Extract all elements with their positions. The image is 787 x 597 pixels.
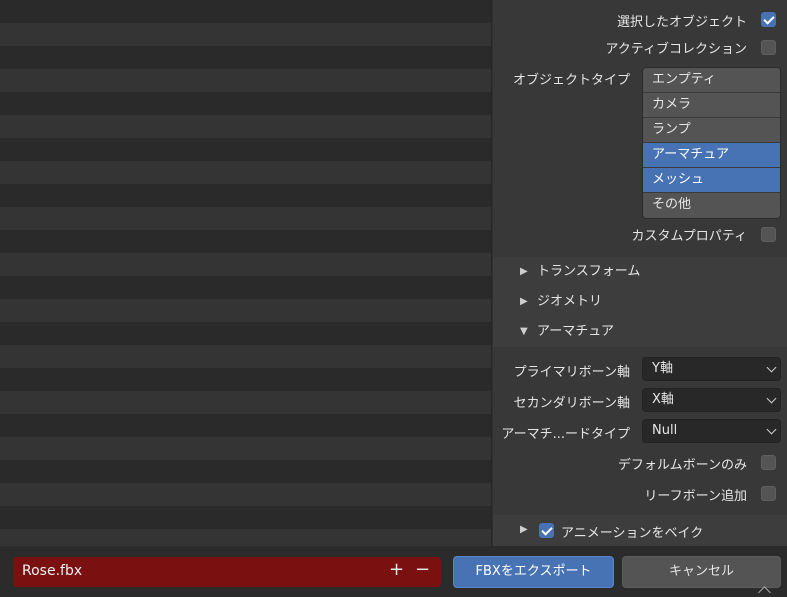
section-geometry-title: ジオメトリ bbox=[537, 294, 603, 309]
file-list-row[interactable] bbox=[0, 23, 491, 46]
deform-bones-only-label: デフォルムボーンのみ bbox=[617, 458, 747, 473]
file-list-row[interactable] bbox=[0, 184, 491, 207]
add-leaf-bones-label: リーフボーン追加 bbox=[644, 489, 747, 504]
file-list-row[interactable] bbox=[0, 161, 491, 184]
expand-icon: ▶ bbox=[520, 296, 528, 307]
armature-node-type-value: Null bbox=[652, 423, 678, 438]
file-list-row[interactable] bbox=[0, 345, 491, 368]
file-list-row[interactable] bbox=[0, 138, 491, 161]
object-type-other[interactable]: その他 bbox=[643, 193, 780, 218]
add-leaf-bones-checkbox[interactable] bbox=[761, 486, 776, 501]
file-list-row[interactable] bbox=[0, 506, 491, 529]
file-list-row[interactable] bbox=[0, 322, 491, 345]
file-list-row[interactable] bbox=[0, 230, 491, 253]
filename-text: Rose.fbx bbox=[22, 563, 83, 579]
secondary-bone-axis-value: X軸 bbox=[652, 392, 674, 407]
bottom-bar: Rose.fbx + − FBXをエクスポート キャンセル bbox=[0, 546, 787, 597]
object-types-label: オブジェクトタイプ bbox=[513, 73, 631, 88]
chevron-down-icon bbox=[766, 393, 777, 404]
file-list-row[interactable] bbox=[0, 299, 491, 322]
file-list-row[interactable] bbox=[0, 483, 491, 506]
deform-bones-only-checkbox[interactable] bbox=[761, 455, 776, 470]
section-armature[interactable]: ▼ アーマチュア bbox=[493, 317, 787, 347]
export-settings-panel: 選択したオブジェクト アクティブコレクション オブジェクトタイプ エンプティ カ… bbox=[493, 0, 787, 546]
custom-properties-checkbox[interactable] bbox=[761, 227, 776, 242]
section-armature-title: アーマチュア bbox=[537, 324, 614, 339]
primary-bone-axis-dropdown[interactable]: Y軸 bbox=[642, 357, 781, 381]
expand-icon: ▶ bbox=[520, 266, 528, 277]
armature-node-type-label: アーマチ...ードタイプ bbox=[501, 427, 630, 442]
active-collection-checkbox[interactable] bbox=[761, 40, 776, 55]
increment-icon[interactable]: + bbox=[389, 559, 404, 580]
expand-icon: ▶ bbox=[520, 524, 528, 535]
chevron-down-icon bbox=[766, 362, 777, 373]
file-list-row[interactable] bbox=[0, 69, 491, 92]
filename-field[interactable]: Rose.fbx + − bbox=[13, 557, 441, 587]
file-list-row[interactable] bbox=[0, 207, 491, 230]
section-bake-animation[interactable]: ▶ アニメーションをベイク bbox=[493, 515, 787, 546]
bake-animation-label: アニメーションをベイク bbox=[561, 526, 704, 541]
object-type-armature[interactable]: アーマチュア bbox=[643, 143, 780, 168]
primary-bone-axis-value: Y軸 bbox=[652, 361, 673, 376]
file-list-row[interactable] bbox=[0, 368, 491, 391]
section-transform-title: トランスフォーム bbox=[537, 264, 641, 279]
file-list-row[interactable] bbox=[0, 276, 491, 299]
secondary-bone-axis-dropdown[interactable]: X軸 bbox=[642, 388, 781, 412]
file-list-row[interactable] bbox=[0, 414, 491, 437]
decrement-icon[interactable]: − bbox=[415, 559, 430, 580]
file-list-row[interactable] bbox=[0, 391, 491, 414]
collapse-icon: ▼ bbox=[520, 326, 528, 337]
section-geometry[interactable]: ▶ ジオメトリ bbox=[493, 287, 787, 317]
object-type-mesh[interactable]: メッシュ bbox=[643, 168, 780, 193]
file-list-row[interactable] bbox=[0, 529, 491, 546]
object-type-list: エンプティ カメラ ランプ アーマチュア メッシュ その他 bbox=[642, 67, 781, 219]
file-list-row[interactable] bbox=[0, 437, 491, 460]
cancel-button[interactable]: キャンセル bbox=[622, 556, 781, 588]
bake-animation-checkbox[interactable] bbox=[539, 523, 554, 538]
selected-objects-checkbox[interactable] bbox=[761, 12, 776, 27]
file-list-row[interactable] bbox=[0, 253, 491, 276]
selected-objects-label: 選択したオブジェクト bbox=[616, 15, 747, 30]
section-transform[interactable]: ▶ トランスフォーム bbox=[493, 257, 787, 287]
file-list-row[interactable] bbox=[0, 92, 491, 115]
file-list-row[interactable] bbox=[0, 0, 491, 23]
primary-bone-axis-label: プライマリボーン軸 bbox=[513, 365, 630, 380]
custom-properties-label: カスタムプロパティ bbox=[631, 229, 747, 244]
export-fbx-button[interactable]: FBXをエクスポート bbox=[453, 556, 614, 588]
file-list-row[interactable] bbox=[0, 460, 491, 483]
active-collection-label: アクティブコレクション bbox=[605, 42, 747, 57]
file-list-row[interactable] bbox=[0, 115, 491, 138]
file-list-row[interactable] bbox=[0, 46, 491, 69]
object-type-camera[interactable]: カメラ bbox=[643, 93, 780, 118]
chevron-down-icon bbox=[766, 424, 777, 435]
armature-node-type-dropdown[interactable]: Null bbox=[642, 419, 781, 443]
object-type-empty[interactable]: エンプティ bbox=[643, 68, 780, 93]
secondary-bone-axis-label: セカンダリボーン軸 bbox=[513, 396, 630, 411]
object-type-lamp[interactable]: ランプ bbox=[643, 118, 780, 143]
file-list[interactable] bbox=[0, 0, 492, 546]
